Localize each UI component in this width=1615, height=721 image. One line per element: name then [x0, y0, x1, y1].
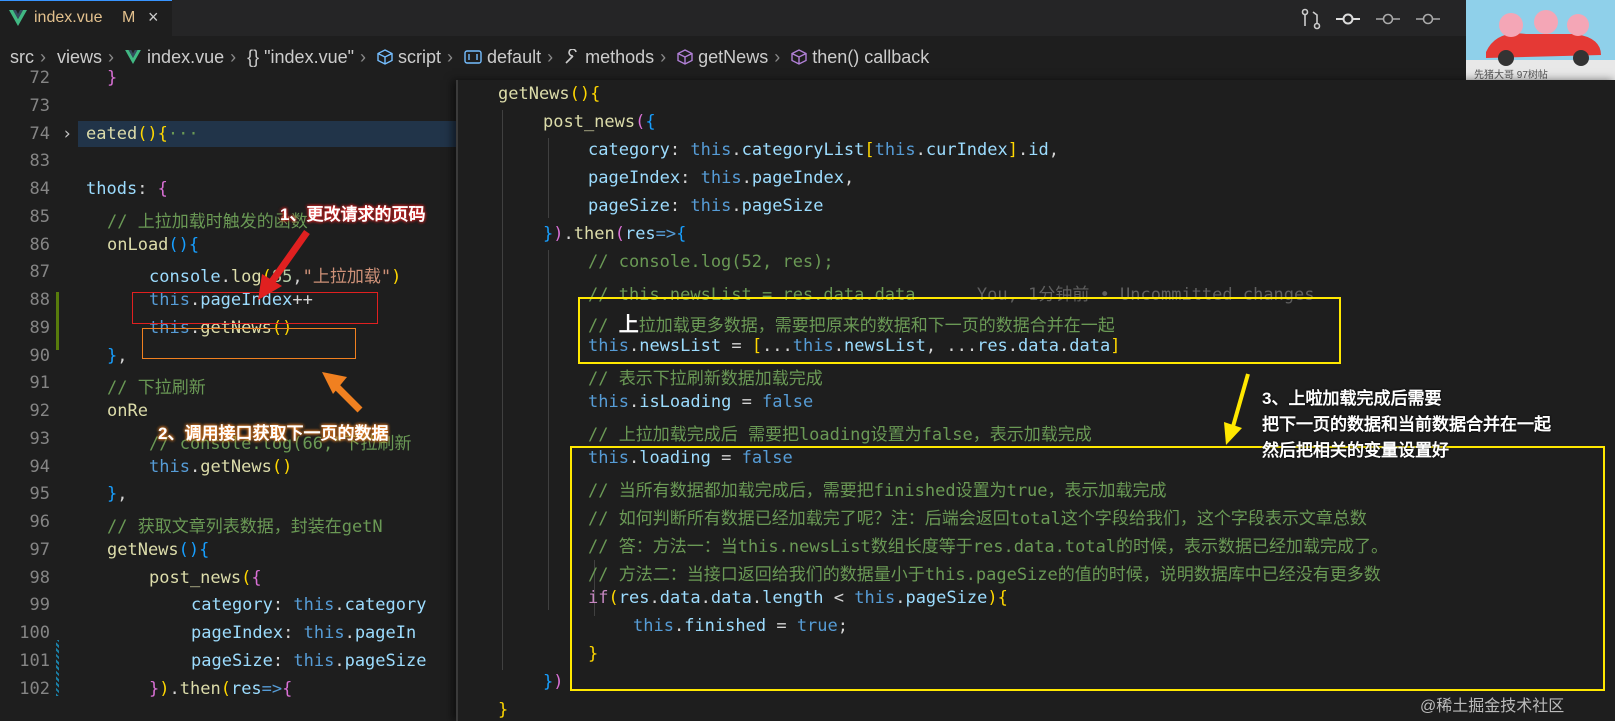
- yellow-arrow: [1230, 373, 1250, 431]
- annotation-step-3-line3: 然后把相关的变量设置好: [1262, 441, 1449, 460]
- annotation-step-3-line2: 把下一页的数据和当前数据合并在一起: [1262, 415, 1551, 434]
- annotation-step-1: 1、更改请求的页码: [280, 205, 426, 224]
- annotation-step-3-line1: 3、上啦加载完成后需要: [1262, 389, 1442, 408]
- annotation-step-2: 2、调用接口获取下一页的数据: [158, 424, 389, 443]
- annotation-arrows: [258, 229, 1250, 445]
- watermark: @稀土掘金技术社区: [1420, 698, 1565, 715]
